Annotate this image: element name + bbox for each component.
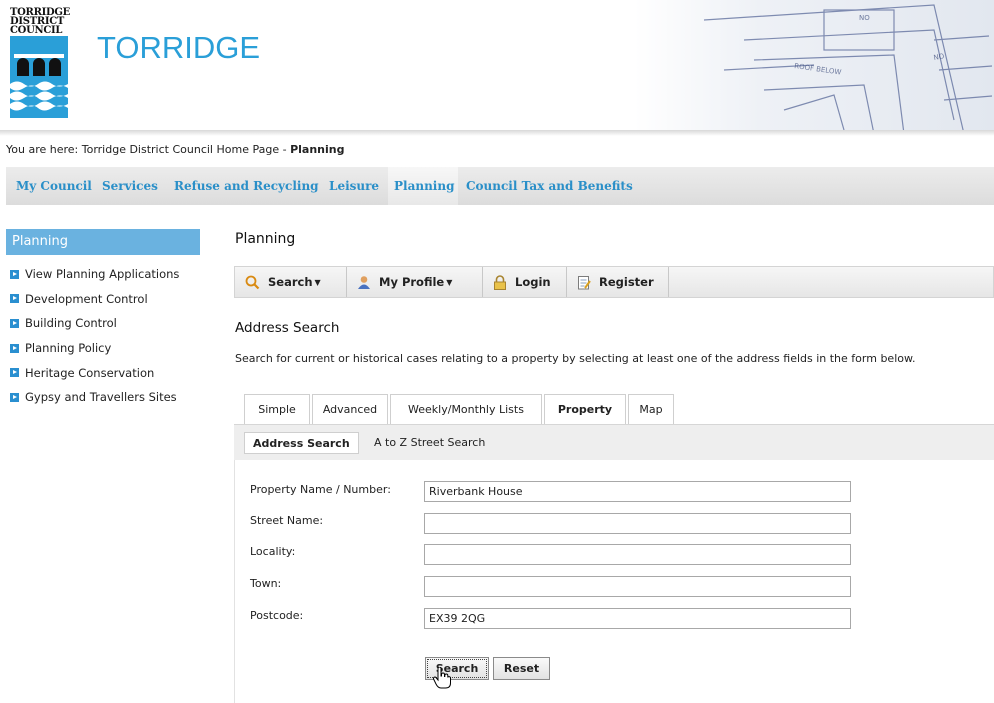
subtab-address-search[interactable]: Address Search bbox=[244, 432, 359, 454]
arrow-bullet-icon bbox=[10, 318, 19, 328]
nav-services[interactable]: Services bbox=[96, 167, 164, 205]
arrow-bullet-icon bbox=[10, 343, 19, 353]
logo-emblem-icon bbox=[10, 36, 68, 118]
reset-button[interactable]: Reset bbox=[493, 657, 550, 680]
property-name-input[interactable] bbox=[424, 481, 851, 502]
breadcrumb-separator: - bbox=[282, 143, 287, 156]
breadcrumb-home-link[interactable]: Torridge District Council Home Page bbox=[82, 143, 279, 156]
hand-cursor-icon bbox=[433, 667, 451, 689]
sidebar-menu: View Planning Applications Development C… bbox=[10, 262, 179, 410]
login-label: Login bbox=[515, 275, 551, 289]
sidebar-item-label: Development Control bbox=[25, 291, 148, 306]
my-profile-menu-button[interactable]: My Profile ▼ bbox=[347, 267, 483, 297]
sidebar-item-building-control[interactable]: Building Control bbox=[10, 311, 179, 336]
register-label: Register bbox=[599, 275, 654, 289]
postcode-label: Postcode: bbox=[250, 609, 304, 622]
property-subtabs: Address Search A to Z Street Search bbox=[234, 424, 994, 460]
sidebar-item-gypsy-and-travellers-sites[interactable]: Gypsy and Travellers Sites bbox=[10, 385, 179, 410]
breadcrumb: You are here: Torridge District Council … bbox=[6, 143, 345, 156]
register-button[interactable]: Register bbox=[567, 267, 669, 297]
logo-text: TORRIDGE DISTRICT COUNCIL bbox=[10, 7, 70, 36]
nav-planning[interactable]: Planning bbox=[388, 167, 458, 205]
svg-text:NO: NO bbox=[859, 14, 870, 22]
property-name-label: Property Name / Number: bbox=[250, 483, 391, 496]
postcode-input[interactable] bbox=[424, 608, 851, 629]
breadcrumb-current: Planning bbox=[290, 143, 345, 156]
sidebar-item-label: Building Control bbox=[25, 316, 117, 331]
sidebar-item-label: Gypsy and Travellers Sites bbox=[25, 390, 177, 405]
locality-input[interactable] bbox=[424, 544, 851, 565]
chevron-down-icon: ▼ bbox=[314, 277, 321, 287]
breadcrumb-prefix: You are here: bbox=[6, 143, 79, 156]
nav-council-tax-and-benefits[interactable]: Council Tax and Benefits bbox=[460, 167, 639, 205]
blueprint-banner: ROOF BELOW NO NO bbox=[634, 0, 994, 134]
login-button[interactable]: Login bbox=[483, 267, 567, 297]
search-menu-button[interactable]: Search ▼ bbox=[235, 267, 347, 297]
lock-icon bbox=[494, 274, 506, 290]
tab-map[interactable]: Map bbox=[628, 394, 674, 424]
town-label: Town: bbox=[250, 577, 282, 590]
town-input[interactable] bbox=[424, 576, 851, 597]
sidebar-item-label: Planning Policy bbox=[25, 341, 112, 356]
main-navigation-bar: My Council Services Refuse and Recycling… bbox=[6, 167, 994, 205]
nav-refuse-and-recycling[interactable]: Refuse and Recycling bbox=[168, 167, 325, 205]
sidebar-item-development-control[interactable]: Development Control bbox=[10, 287, 179, 312]
user-icon bbox=[358, 275, 370, 289]
street-name-label: Street Name: bbox=[250, 514, 324, 527]
arrow-bullet-icon bbox=[10, 368, 19, 378]
intro-text: Search for current or historical cases r… bbox=[235, 352, 916, 365]
sidebar-item-label: Heritage Conservation bbox=[25, 365, 155, 380]
search-icon bbox=[245, 275, 260, 289]
page-title: Planning bbox=[235, 231, 296, 247]
council-logo[interactable]: TORRIDGE DISTRICT COUNCIL bbox=[10, 7, 70, 118]
tab-weekly-monthly-lists[interactable]: Weekly/Monthly Lists bbox=[390, 394, 542, 424]
sidebar-item-planning-policy[interactable]: Planning Policy bbox=[10, 336, 179, 361]
sidebar-item-heritage-conservation[interactable]: Heritage Conservation bbox=[10, 360, 179, 385]
nav-leisure[interactable]: Leisure bbox=[323, 167, 385, 205]
locality-label: Locality: bbox=[250, 545, 296, 558]
chevron-down-icon: ▼ bbox=[446, 277, 453, 287]
arrow-bullet-icon bbox=[10, 392, 19, 402]
nav-my-council[interactable]: My Council bbox=[10, 167, 98, 205]
sidebar-item-label: View Planning Applications bbox=[25, 267, 180, 282]
tab-simple[interactable]: Simple bbox=[244, 394, 310, 424]
header-divider bbox=[0, 130, 994, 136]
arrow-bullet-icon bbox=[10, 294, 19, 304]
main-navigation: My Council Services Refuse and Recycling… bbox=[0, 167, 994, 205]
planning-toolbar: Search ▼ My Profile ▼ Login Register bbox=[234, 266, 994, 298]
tab-advanced[interactable]: Advanced bbox=[312, 394, 388, 424]
register-form-icon bbox=[578, 275, 591, 289]
sidebar-item-view-planning-applications[interactable]: View Planning Applications bbox=[10, 262, 179, 287]
site-header: TORRIDGE DISTRICT COUNCIL TORRIDGE ROOF … bbox=[0, 0, 994, 134]
arrow-bullet-icon bbox=[10, 269, 19, 279]
site-title: TORRIDGE bbox=[97, 30, 261, 65]
subtab-a-to-z-street-search[interactable]: A to Z Street Search bbox=[366, 432, 493, 454]
my-profile-menu-label: My Profile bbox=[379, 275, 445, 289]
tab-property[interactable]: Property bbox=[544, 394, 626, 424]
sidebar-heading: Planning bbox=[6, 229, 200, 255]
section-heading: Address Search bbox=[235, 320, 340, 336]
search-menu-label: Search bbox=[268, 275, 313, 289]
street-name-input[interactable] bbox=[424, 513, 851, 534]
